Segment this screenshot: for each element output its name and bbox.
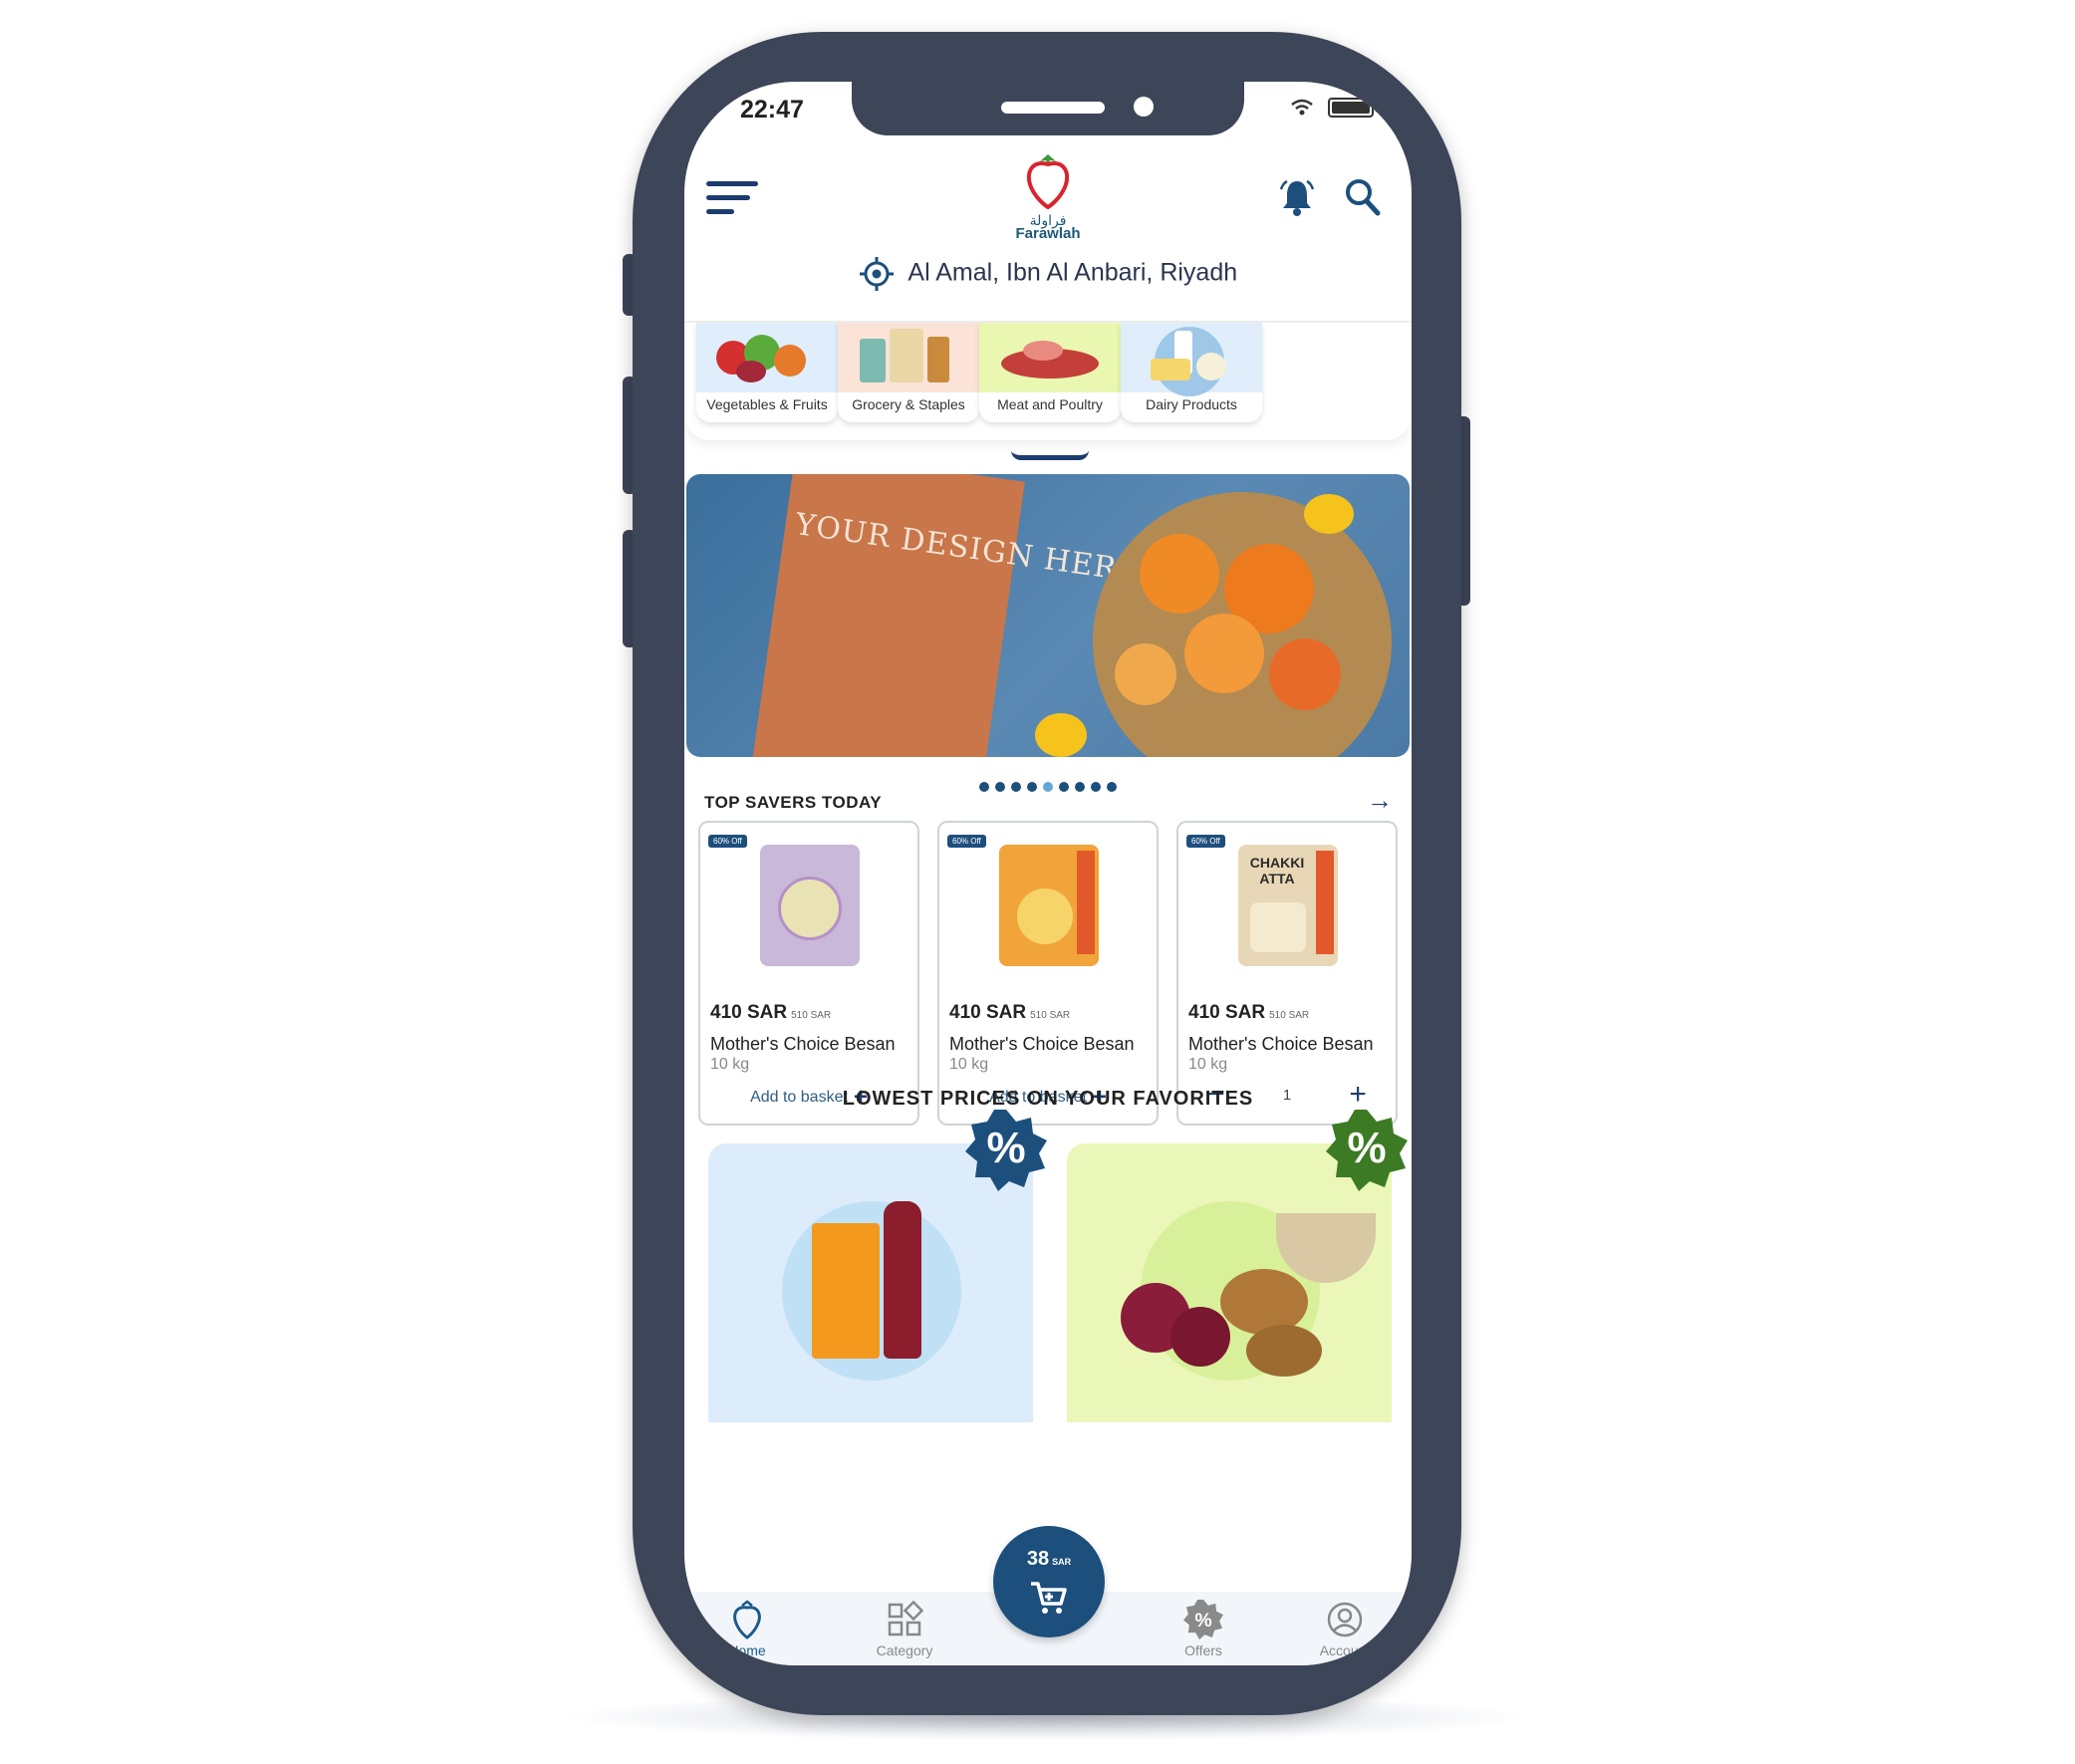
product-card[interactable]: 60% Off 410 SAR 510 SAR Mother's Choice B… [698,821,919,1126]
speaker [1001,102,1105,114]
discount-badge: 60% Off [947,835,986,848]
category-image [838,323,979,392]
product-name: Mother's Choice Besan [710,1034,896,1054]
cart-total: 38 SAR [1026,1548,1072,1570]
banner-fruit [1269,638,1341,710]
category-image [979,323,1121,392]
product-image: CHAKKI ATTA [1238,845,1338,966]
nav-category[interactable]: Category [850,1600,959,1658]
cart-icon [1031,1582,1067,1614]
banner-lemon [1304,494,1354,534]
category-dairy-products[interactable]: Dairy Products [1121,323,1262,422]
pagination-dot[interactable] [1059,782,1069,792]
onion [1170,1307,1230,1367]
top-savers-title: TOP SAVERS TODAY [704,793,883,812]
phone-notch [852,82,1244,135]
percent-badge-icon: % [965,1110,1047,1191]
product-image [999,845,1099,966]
pagination-dot[interactable] [1107,782,1117,792]
offers-percent-icon: % [1183,1600,1223,1639]
categories-panel: Vegetables & Fruits Grocery & Staples Me… [684,321,1412,440]
potato [1246,1325,1322,1377]
product-weight: 10 kg [949,1056,989,1073]
app-logo[interactable]: فراولة Farawlah [993,151,1103,242]
pagination-dot-active[interactable] [1043,782,1053,792]
banner-lemon [1035,713,1087,757]
front-camera [1134,97,1154,117]
category-image [1121,323,1262,396]
expand-categories-handle[interactable] [1011,450,1089,460]
category-image [696,323,838,392]
category-label: Grocery & Staples [852,396,965,412]
search-icon[interactable] [1344,177,1382,222]
product-card[interactable]: 60% Off 410 SAR 510 SAR Mother's Choice B… [937,821,1159,1126]
status-icons [1290,98,1374,118]
percent-badge-icon: % [1326,1110,1408,1191]
category-grid-icon [888,1600,924,1637]
app-screen: 22:47 فراولة Farawlah Al Amal, Ibn Al An… [684,82,1412,1665]
nav-account[interactable]: Account [1290,1600,1400,1658]
banner-fruit [1140,534,1219,614]
discount-badge: 60% Off [708,835,747,848]
strawberry-logo-icon [1026,154,1070,210]
category-meat-poultry[interactable]: Meat and Poultry [979,323,1121,422]
hamburger-menu-icon[interactable] [706,181,760,221]
banner-fruit [1115,643,1176,705]
account-user-icon [1327,1602,1363,1638]
product-price: 410 SAR 510 SAR [949,1002,1071,1023]
percent-badge-text: % [986,1124,1026,1172]
product-pack-text: CHAKKI ATTA [1249,855,1305,886]
product-price: 410 SAR 510 SAR [710,1002,832,1023]
product-price: 410 SAR 510 SAR [1188,1002,1310,1023]
nav-label: Home [728,1642,766,1658]
nav-home[interactable]: Home [692,1600,802,1658]
banner-fruit [1184,614,1264,693]
product-name: Mother's Choice Besan [1188,1034,1374,1054]
pagination-dot[interactable] [1011,782,1021,792]
discount-badge: 60% Off [1186,835,1225,848]
promo-banner[interactable]: YOUR DESIGN HERE! [686,474,1410,757]
status-time: 22:47 [740,96,804,124]
product-name: Mother's Choice Besan [949,1034,1135,1054]
percent-badge-text: % [1347,1124,1387,1172]
product-weight: 10 kg [710,1056,750,1073]
product-weight: 10 kg [1188,1056,1228,1073]
wifi-icon [1291,99,1313,116]
product-image [760,845,860,966]
nav-label: Category [876,1642,933,1658]
svg-text:%: % [1194,1610,1211,1632]
category-label: Dairy Products [1146,396,1237,412]
location-target-icon [859,257,894,291]
logo-brand-text: Farawlah [1015,225,1081,242]
strawberry-home-icon [733,1600,761,1639]
delivery-location[interactable]: Al Amal, Ibn Al Anbari, Riyadh [684,256,1412,292]
battery-icon [1328,98,1374,118]
category-vegetables-fruits[interactable]: Vegetables & Fruits [696,323,838,422]
nav-offers[interactable]: % Offers [1149,1600,1258,1658]
pagination-dot[interactable] [995,782,1005,792]
favorites-title: LOWEST PRICES ON YOUR FAVORITES [842,1088,1254,1110]
nav-label: Account [1319,1642,1371,1658]
bell-icon[interactable] [1277,177,1317,222]
category-label: Meat and Poultry [997,396,1103,412]
cart-button[interactable]: 38 SAR [993,1526,1105,1638]
banner-card [750,474,1025,757]
pagination-dot[interactable] [1027,782,1037,792]
pagination-dot[interactable] [1091,782,1101,792]
location-text: Al Amal, Ibn Al Anbari, Riyadh [908,258,1238,287]
pagination-dot[interactable] [1075,782,1085,792]
nav-label: Offers [1184,1642,1222,1658]
category-grocery-staples[interactable]: Grocery & Staples [838,323,979,422]
arrow-right-icon[interactable]: → [1367,785,1393,816]
category-label: Vegetables & Fruits [706,396,828,412]
juice-carton [812,1223,880,1359]
soda-bottle [884,1201,921,1359]
pagination-dot[interactable] [979,782,989,792]
product-card[interactable]: 60% Off CHAKKI ATTA 410 SAR 510 SAR Mothe… [1176,821,1398,1126]
